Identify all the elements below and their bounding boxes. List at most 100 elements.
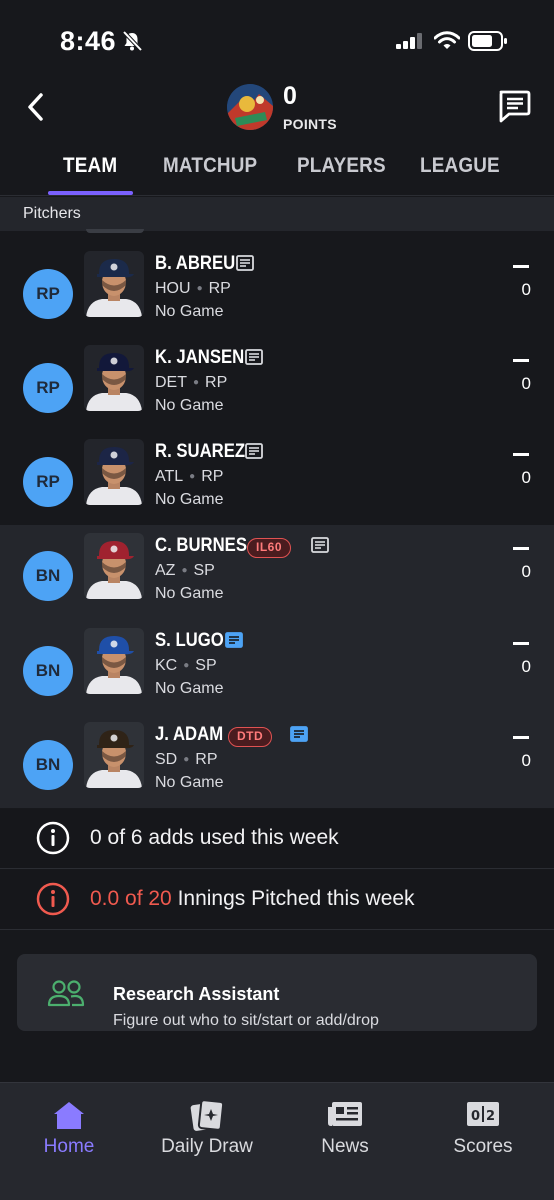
team-abbr: HOU <box>155 280 191 297</box>
team-abbr: AZ <box>155 562 176 579</box>
game-status: No Game <box>155 397 224 414</box>
team-abbr: KC <box>155 657 178 674</box>
nav-home[interactable]: Home <box>0 1083 138 1173</box>
info-icon <box>36 821 70 855</box>
player-score: 0 <box>521 280 531 299</box>
player-row[interactable]: RP R. SUAREZ ATL ● RP No Game 0 <box>0 431 554 525</box>
game-status: No Game <box>155 303 224 320</box>
nav-label: Daily Draw <box>161 1136 253 1157</box>
player-photo[interactable] <box>84 439 144 505</box>
tab-players[interactable]: PLAYERS <box>297 154 386 178</box>
team-abbr: ATL <box>155 468 184 485</box>
player-notes-icon[interactable] <box>236 255 254 271</box>
active-tab-indicator <box>48 191 133 195</box>
position-badge[interactable]: RP <box>23 457 73 507</box>
daily-draw-icon <box>190 1099 225 1131</box>
injury-status-tag: IL60 <box>247 538 292 558</box>
game-status: No Game <box>155 491 224 508</box>
position-badge[interactable]: BN <box>23 646 73 696</box>
back-button[interactable] <box>20 90 52 124</box>
player-score: 0 <box>521 468 531 487</box>
player-score: 0 <box>521 751 531 770</box>
player-name[interactable]: C. BURNES <box>155 535 247 557</box>
team-logo[interactable] <box>227 84 273 130</box>
player-photo[interactable] <box>84 345 144 411</box>
research-assistant-subtitle: Figure out who to sit/start or add/drop <box>113 1012 379 1029</box>
nav-label: News <box>321 1136 369 1157</box>
scores-icon: 0 2 <box>467 1102 499 1126</box>
separator-dot: ● <box>181 565 188 576</box>
player-row[interactable]: BN C. BURNES IL60 AZ ● SP No Game 0 <box>0 525 554 620</box>
projected-points <box>513 265 529 268</box>
people-icon <box>47 980 85 1007</box>
section-title: Pitchers <box>23 205 81 222</box>
game-status: No Game <box>155 585 224 602</box>
position-badge[interactable]: RP <box>23 269 73 319</box>
tab-league[interactable]: LEAGUE <box>420 154 500 178</box>
player-notes-icon[interactable] <box>225 632 243 648</box>
player-photo[interactable] <box>84 533 144 599</box>
chat-icon[interactable] <box>496 88 532 124</box>
position-badge[interactable]: BN <box>23 740 73 790</box>
section-header: Pitchers <box>0 197 554 231</box>
player-row[interactable]: RP B. ABREU HOU ● RP No Game 0 <box>0 243 554 337</box>
tab-bar: TEAM MATCHUP PLAYERS LEAGUE <box>0 150 554 196</box>
position-badge[interactable]: BN <box>23 551 73 601</box>
game-status: No Game <box>155 680 224 697</box>
player-name[interactable]: K. JANSEN <box>155 347 244 369</box>
player-name[interactable]: R. SUAREZ <box>155 441 245 463</box>
research-assistant-card[interactable]: Research Assistant Figure out who to sit… <box>17 954 537 1031</box>
player-row[interactable]: BN J. ADAM DTD SD ● RP No Game 0 <box>0 714 554 808</box>
innings-count: 0.0 of 20 <box>90 887 172 910</box>
separator-dot: ● <box>196 283 203 294</box>
position-badge[interactable]: RP <box>23 363 73 413</box>
tab-matchup[interactable]: MATCHUP <box>163 154 257 178</box>
player-notes-icon[interactable] <box>290 726 308 742</box>
player-notes-icon[interactable] <box>245 443 263 459</box>
svg-text:0: 0 <box>471 1109 480 1124</box>
points-label: POINTS <box>283 116 337 132</box>
svg-text:2: 2 <box>486 1109 495 1124</box>
alert-info-icon <box>36 882 70 916</box>
nav-daily-draw[interactable]: Daily Draw <box>138 1083 276 1173</box>
player-name[interactable]: J. ADAM <box>155 724 223 746</box>
projected-points <box>513 547 529 550</box>
player-team-position: KC ● SP <box>155 657 217 675</box>
nav-label: Scores <box>453 1136 513 1157</box>
separator-dot: ● <box>183 754 190 765</box>
player-photo[interactable] <box>84 251 144 317</box>
player-role: RP <box>195 751 218 768</box>
player-team-position: SD ● RP <box>155 751 218 769</box>
tab-team[interactable]: TEAM <box>63 154 117 178</box>
battery-icon <box>468 31 507 51</box>
cell-signal-icon <box>396 33 422 49</box>
news-icon <box>328 1102 362 1126</box>
projected-points <box>513 736 529 739</box>
player-role: SP <box>193 562 215 579</box>
home-icon <box>54 1102 84 1129</box>
separator-dot: ● <box>189 471 196 482</box>
player-team-position: HOU ● RP <box>155 280 231 298</box>
innings-info-bar: 0.0 of 20 Innings Pitched this week <box>0 870 554 930</box>
points-value: 0 <box>283 82 297 110</box>
player-score: 0 <box>521 562 531 581</box>
player-notes-icon[interactable] <box>245 349 263 365</box>
projected-points <box>513 642 529 645</box>
nav-label: Home <box>43 1136 95 1157</box>
player-role: RP <box>205 374 228 391</box>
team-abbr: SD <box>155 751 178 768</box>
nav-news[interactable]: News <box>276 1083 414 1173</box>
nav-scores[interactable]: 0 2 Scores <box>414 1083 552 1173</box>
player-name[interactable]: S. LUGO <box>155 630 224 652</box>
player-team-position: ATL ● RP <box>155 468 223 486</box>
player-role: RP <box>208 280 231 297</box>
separator-dot: ● <box>193 377 200 388</box>
injury-status-tag: DTD <box>228 727 273 747</box>
player-name[interactable]: B. ABREU <box>155 253 235 275</box>
team-abbr: DET <box>155 374 187 391</box>
player-notes-icon[interactable] <box>311 537 329 553</box>
player-photo[interactable] <box>84 722 144 788</box>
player-photo[interactable] <box>84 628 144 694</box>
player-row[interactable]: RP K. JANSEN DET ● RP No Game 0 <box>0 337 554 431</box>
player-row[interactable]: BN S. LUGO KC ● SP No Game 0 <box>0 620 554 714</box>
